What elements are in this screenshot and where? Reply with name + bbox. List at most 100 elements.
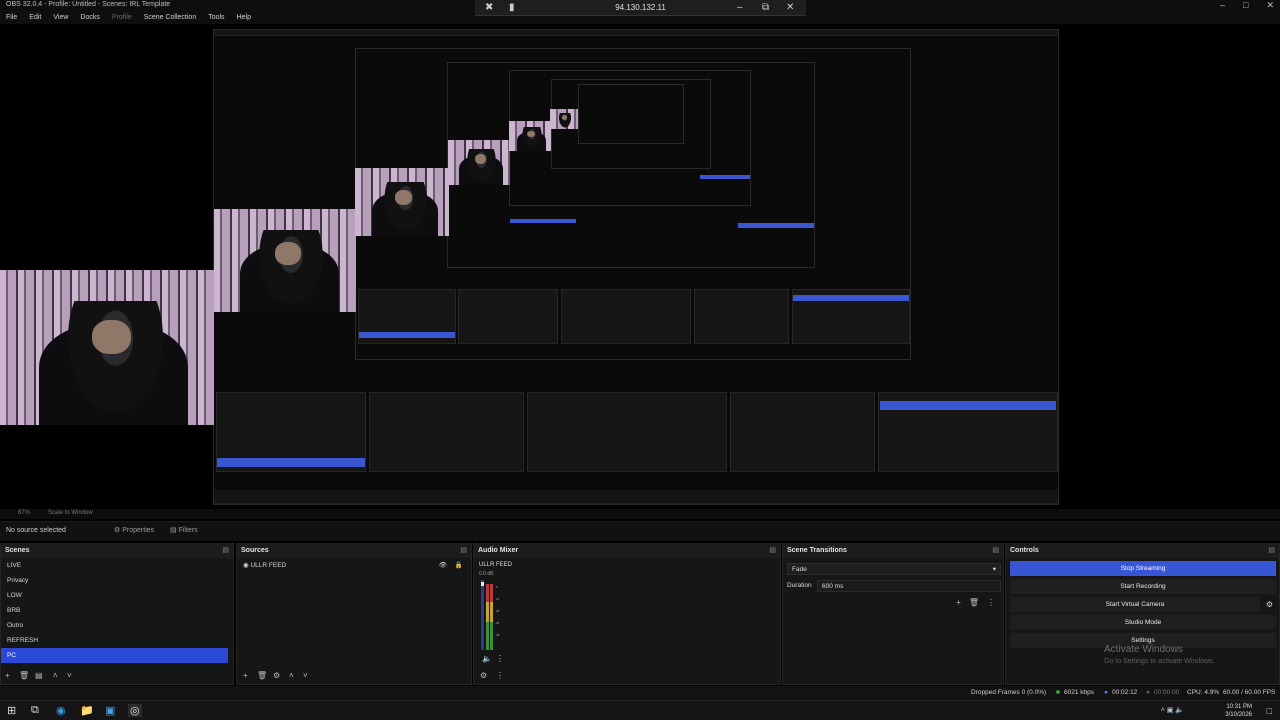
source-item[interactable]: ◉ ULLR FEED 👁 🔒	[237, 558, 471, 573]
studio-mode-button[interactable]: Studio Mode	[1010, 615, 1276, 630]
menu-view[interactable]: View	[47, 12, 74, 24]
speaker-icon[interactable]: 🔈	[482, 654, 492, 663]
obs-taskbar-icon[interactable]: ◎	[128, 704, 142, 717]
menu-docks[interactable]: Docks	[74, 12, 105, 24]
remove-source-icon[interactable]: 🗑	[257, 671, 267, 680]
no-source-label: No source selected	[6, 527, 66, 534]
scene-item[interactable]: LIVE	[1, 558, 233, 573]
webcam-feed-nested-4	[509, 121, 551, 151]
rd-close-icon[interactable]: ✕	[786, 2, 794, 13]
notification-icon[interactable]: □	[1267, 706, 1272, 716]
activate-windows-subtitle: Go to Settings to activate Windows.	[1104, 658, 1215, 665]
preview-canvas[interactable]	[0, 24, 1280, 508]
rd-minimize-icon[interactable]: –	[737, 2, 743, 13]
sources-title: Sources	[241, 547, 269, 554]
mixer-title: Audio Mixer	[478, 547, 519, 554]
transitions-header: Scene Transitions ▤	[783, 544, 1003, 558]
scene-item[interactable]: BRB	[1, 603, 233, 618]
dock-menu-icon[interactable]: ▤	[992, 544, 999, 558]
maximize-icon[interactable]: □	[1243, 0, 1248, 11]
rec-icon: ●	[1146, 689, 1150, 696]
transition-select[interactable]: Fade ▾	[787, 563, 1001, 575]
sources-header: Sources ▤	[237, 544, 471, 558]
menu-edit[interactable]: Edit	[23, 12, 47, 24]
menu-file[interactable]: File	[0, 12, 23, 24]
sources-dock: Sources ▤ ◉ ULLR FEED 👁 🔒 + 🗑 ⚙ ˄ ˅	[236, 543, 472, 685]
channel-menu-icon[interactable]: ⋮	[496, 654, 504, 663]
scene-item[interactable]: LOW	[1, 588, 233, 603]
stop-streaming-button[interactable]: Stop Streaming	[1010, 561, 1276, 576]
system-tray-icons[interactable]: ˄ ▣ 🔈	[1161, 706, 1184, 714]
start-recording-button[interactable]: Start Recording	[1010, 579, 1276, 594]
scene-filter-icon[interactable]: ▤	[35, 671, 43, 680]
menu-profile[interactable]: Profile	[106, 12, 138, 24]
visibility-eye-icon[interactable]: 👁	[439, 558, 447, 573]
advanced-audio-icon[interactable]: ⚙	[480, 671, 487, 680]
dock-menu-icon[interactable]: ▤	[460, 544, 467, 558]
svg-text:-35: -35	[495, 621, 500, 625]
dock-menu-icon[interactable]: ▤	[769, 544, 776, 558]
scene-item[interactable]: REFRESH	[1, 633, 233, 648]
chevron-down-icon: ▾	[992, 566, 996, 573]
menu-help[interactable]: Help	[231, 12, 257, 24]
activate-windows-title: Activate Windows	[1104, 644, 1183, 655]
audio-mixer-dock: Audio Mixer ▤ ULLR FEED 0.0 dB -5 -15 -25…	[473, 543, 781, 685]
lock-icon[interactable]: 🔒	[455, 558, 463, 573]
source-down-icon[interactable]: ˅	[303, 671, 308, 680]
svg-text:-15: -15	[495, 597, 500, 601]
scene-item[interactable]: PC	[1, 648, 228, 663]
duration-input[interactable]: 600 ms	[817, 580, 1001, 592]
clock-time: 10:31 PM	[1226, 704, 1252, 710]
nested-obs-capture-6	[578, 84, 684, 144]
bitrate: 6021 kbps	[1064, 689, 1094, 696]
mixer-header: Audio Mixer ▤	[474, 544, 780, 558]
remove-transition-icon[interactable]: 🗑	[969, 598, 979, 607]
zoom-level[interactable]: 87%	[18, 510, 30, 516]
properties-label: Properties	[122, 527, 155, 534]
source-label: ULLR FEED	[250, 562, 287, 569]
svg-text:-5: -5	[495, 585, 498, 589]
rec-time: 00:00:00	[1154, 689, 1180, 696]
scenes-header: Scenes ▤	[1, 544, 233, 558]
scene-item[interactable]: Outro	[1, 618, 233, 633]
scale-mode[interactable]: Scale to Window	[48, 510, 93, 516]
add-transition-icon[interactable]: +	[956, 598, 961, 607]
context-bar: No source selected ⚙ Properties ▤ Filter…	[0, 521, 1280, 541]
filters-button[interactable]: ▤ Filters	[170, 526, 198, 534]
task-view-icon[interactable]: ⧉	[31, 704, 39, 717]
windows-start-icon[interactable]: ⊞	[7, 704, 16, 717]
controls-header: Controls ▤	[1006, 544, 1279, 558]
taskbar-clock[interactable]: 10:31 PM 3/10/2026	[1225, 703, 1252, 719]
status-bar: Dropped Frames 0 (0.0%) ■ 6021 kbps ● 00…	[0, 686, 1280, 700]
controls-dock: Controls ▤ Stop Streaming Start Recording…	[1005, 543, 1280, 685]
start-virtual-camera-button[interactable]: Start Virtual Camera	[1010, 597, 1260, 612]
volume-meter[interactable]: -5 -15 -25 -35 -45	[481, 580, 505, 650]
rd-restore-icon[interactable]: ⧉	[762, 2, 769, 13]
virtual-camera-settings-icon[interactable]: ⚙	[1266, 600, 1273, 609]
edge-browser-icon[interactable]: ◉	[56, 704, 66, 717]
add-scene-icon[interactable]: +	[5, 671, 10, 680]
close-icon[interactable]: ✕	[1266, 0, 1274, 11]
live-icon: ●	[1104, 689, 1108, 696]
minimize-icon[interactable]: –	[1220, 0, 1225, 11]
duration-value: 600 ms	[822, 583, 844, 590]
transition-menu-icon[interactable]: ⋮	[987, 598, 995, 607]
move-up-icon[interactable]: ˄	[53, 671, 58, 680]
source-settings-icon[interactable]: ⚙	[273, 671, 280, 680]
menu-tools[interactable]: Tools	[202, 12, 230, 24]
preview-zoom-strip: 87% Scale to Window	[0, 509, 1280, 519]
taskbar: ⊞ ⧉ ◉ 📁 ▣ ◎ ˄ ▣ 🔈 10:31 PM 3/10/2026 □	[0, 700, 1280, 720]
dock-menu-icon[interactable]: ▤	[1268, 544, 1275, 558]
move-down-icon[interactable]: ˅	[67, 671, 72, 680]
file-explorer-icon[interactable]: 📁	[80, 704, 94, 717]
webcam-feed-nested-3	[448, 140, 510, 185]
store-icon[interactable]: ▣	[105, 704, 115, 717]
mixer-menu-icon[interactable]: ⋮	[496, 671, 504, 680]
dock-menu-icon[interactable]: ▤	[222, 544, 229, 558]
properties-button[interactable]: ⚙ Properties	[114, 526, 154, 534]
add-source-icon[interactable]: +	[243, 671, 248, 680]
menu-scene-collection[interactable]: Scene Collection	[138, 12, 203, 24]
remove-scene-icon[interactable]: 🗑	[19, 671, 29, 680]
scene-item[interactable]: Privacy	[1, 573, 233, 588]
source-up-icon[interactable]: ˄	[289, 671, 294, 680]
